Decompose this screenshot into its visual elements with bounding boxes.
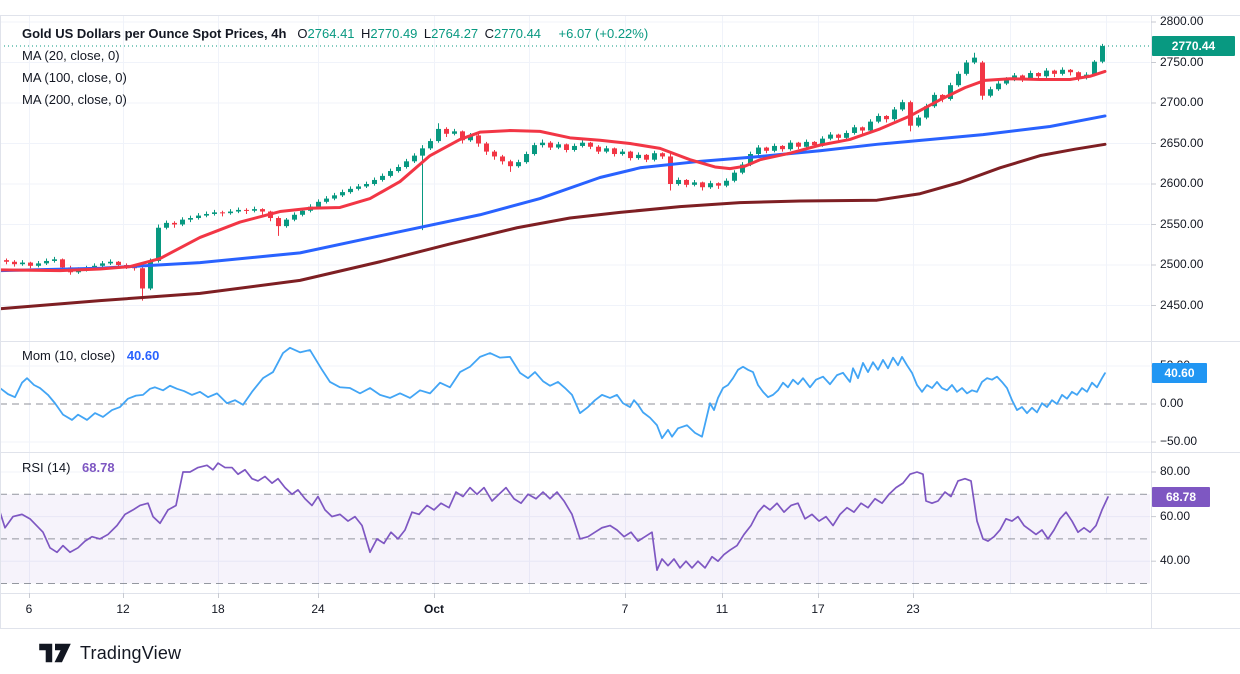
price-tick-label: 2800.00 (1160, 14, 1203, 28)
rsi-tick-label: 40.00 (1160, 553, 1190, 567)
rsi-legend: RSI (14) 68.78 (22, 460, 115, 475)
price-tick-label: 2550.00 (1160, 217, 1203, 231)
ohlc-values: O2764.41 H2770.49 L2764.27 C2770.44 (297, 23, 547, 45)
time-tick-label: 17 (796, 602, 840, 616)
ma100-legend: MA (100, close, 0) (22, 67, 648, 89)
rsi-value-badge: 68.78 (1152, 487, 1210, 507)
time-tick-label: 6 (7, 602, 51, 616)
tradingview-chart-window: Gold US Dollars per Ounce Spot Prices, 4… (0, 0, 1240, 674)
ohlc-letter: C (485, 26, 494, 41)
symbol-title: Gold US Dollars per Ounce Spot Prices, 4… (22, 23, 286, 45)
price-tick-label: 2600.00 (1160, 176, 1203, 190)
momentum-legend-label: Mom (10, close) (22, 348, 115, 363)
last-price-badge: 2770.44 (1152, 36, 1235, 56)
symbol-row: Gold US Dollars per Ounce Spot Prices, 4… (22, 23, 648, 45)
time-tick-label: 11 (700, 602, 744, 616)
price-tick-label: 2500.00 (1160, 257, 1203, 271)
price-tick-label: 2650.00 (1160, 136, 1203, 150)
time-tick-label: 24 (296, 602, 340, 616)
momentum-tick-label: 0.00 (1160, 396, 1183, 410)
price-tick-label: 2450.00 (1160, 298, 1203, 312)
ma200-legend: MA (200, close, 0) (22, 89, 648, 111)
ohlc-value: 2764.27 (431, 26, 485, 41)
time-tick-label: 18 (196, 602, 240, 616)
ohlc-value: 2764.41 (308, 26, 362, 41)
time-tick-label: 12 (101, 602, 145, 616)
momentum-tick-label: −50.00 (1160, 434, 1197, 448)
momentum-value-badge: 40.60 (1152, 363, 1207, 383)
time-tick-label: 7 (603, 602, 647, 616)
ohlc-value: 2770.44 (494, 26, 548, 41)
time-tick-label: 23 (891, 602, 935, 616)
price-tick-label: 2700.00 (1160, 95, 1203, 109)
momentum-legend: Mom (10, close) 40.60 (22, 348, 159, 363)
change-value: +6.07 (+0.22%) (559, 23, 649, 45)
momentum-panel[interactable] (0, 348, 1150, 438)
tradingview-logo[interactable]: TradingView (38, 640, 181, 666)
ma20-legend: MA (20, close, 0) (22, 45, 648, 67)
price-tick-label: 2750.00 (1160, 55, 1203, 69)
chart-legend: Gold US Dollars per Ounce Spot Prices, 4… (22, 23, 648, 111)
rsi-tick-label: 80.00 (1160, 464, 1190, 478)
ohlc-letter: O (297, 26, 307, 41)
tradingview-logo-icon (38, 640, 72, 666)
rsi-legend-value: 68.78 (82, 460, 115, 475)
rsi-tick-label: 60.00 (1160, 509, 1190, 523)
time-tick-label: Oct (412, 602, 456, 616)
ohlc-value: 2770.49 (370, 26, 424, 41)
ohlc-letter: H (361, 26, 370, 41)
tradingview-logo-text: TradingView (80, 643, 181, 664)
rsi-legend-label: RSI (14) (22, 460, 70, 475)
momentum-legend-value: 40.60 (127, 348, 160, 363)
